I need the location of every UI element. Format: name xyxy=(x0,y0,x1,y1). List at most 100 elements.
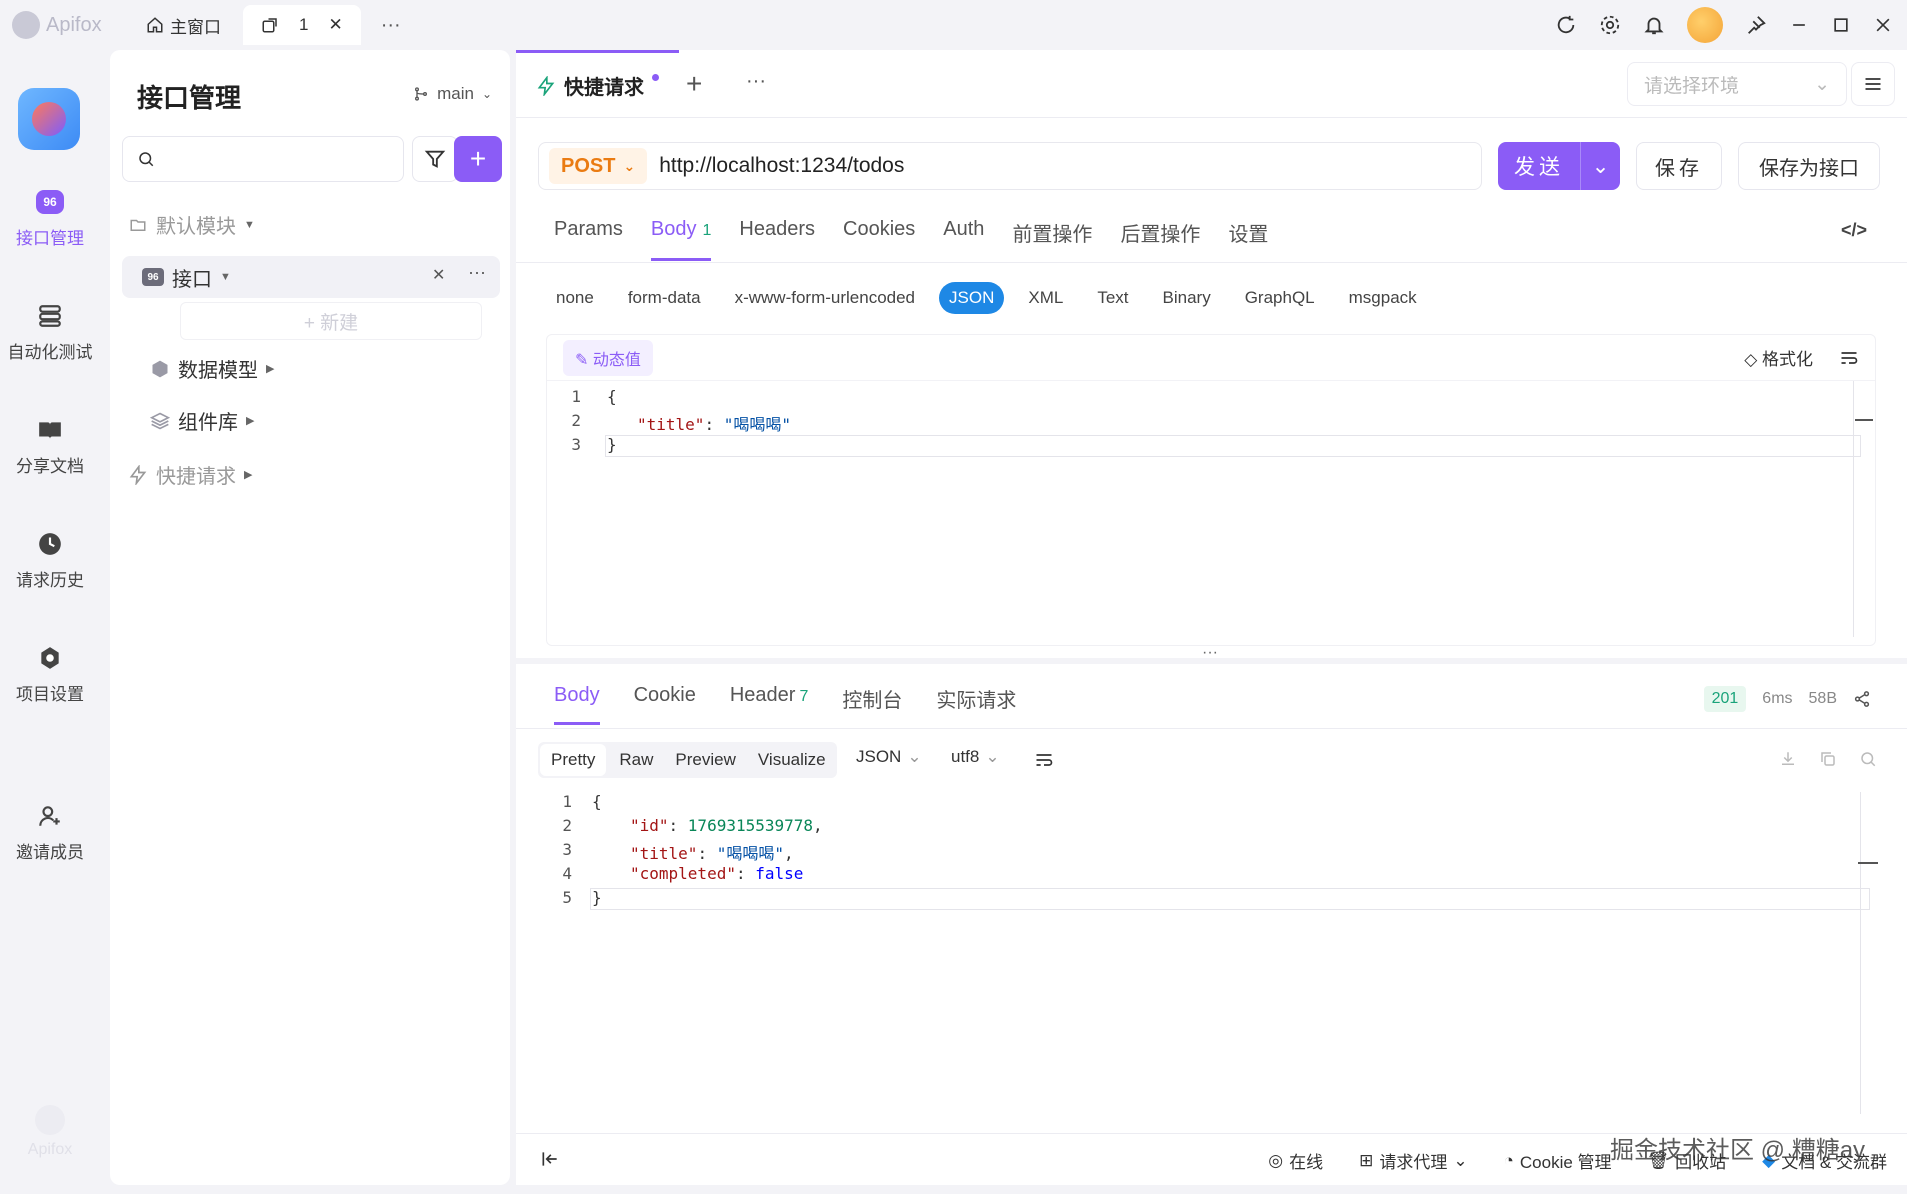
sync-icon[interactable] xyxy=(1555,14,1577,36)
body-type-msgpack[interactable]: msgpack xyxy=(1339,282,1427,314)
wrap-icon[interactable] xyxy=(1034,750,1054,770)
body-type-text[interactable]: Text xyxy=(1087,282,1138,314)
tab-pre-processors[interactable]: 前置操作 xyxy=(1012,218,1092,261)
tree-item-api[interactable]: 96 接口 ▼ ✕ ··· xyxy=(122,256,500,298)
code-line: "completed": false xyxy=(630,864,803,883)
rail-item-settings[interactable]: 项目设置 xyxy=(0,644,100,705)
tab-auth[interactable]: Auth xyxy=(943,218,984,261)
online-status[interactable]: ◎ 在线 xyxy=(1268,1148,1323,1173)
maximize-icon[interactable] xyxy=(1831,15,1851,35)
code-icon[interactable]: </> xyxy=(1841,220,1867,241)
share-icon[interactable] xyxy=(1853,690,1871,708)
tab-response-header[interactable]: Header 7 xyxy=(730,684,809,725)
minimize-icon[interactable] xyxy=(1789,15,1809,35)
json-key: "completed" xyxy=(630,864,736,883)
project-logo[interactable] xyxy=(18,88,80,150)
add-button[interactable]: + xyxy=(454,136,502,182)
view-visualize[interactable]: Visualize xyxy=(747,744,837,776)
tree-item-components[interactable]: 组件库 ▶ xyxy=(150,406,254,435)
view-pretty[interactable]: Pretty xyxy=(540,744,607,776)
download-icon[interactable] xyxy=(1779,750,1797,768)
rail-item-history[interactable]: 请求历史 xyxy=(0,530,100,591)
tab-post-processors[interactable]: 后置操作 xyxy=(1120,218,1200,261)
rail-item-label: 邀请成员 xyxy=(16,843,84,862)
more-tabs-button[interactable]: ··· xyxy=(381,14,401,37)
resize-handle-icon[interactable]: ··· xyxy=(1202,644,1218,662)
tab-settings[interactable]: 设置 xyxy=(1228,218,1268,261)
tab-body[interactable]: Body 1 xyxy=(650,218,712,261)
save-button[interactable]: 保存 xyxy=(1636,142,1722,190)
tab-actual-request[interactable]: 实际请求 xyxy=(936,684,1016,725)
filter-button[interactable] xyxy=(412,136,458,182)
search-icon[interactable] xyxy=(1859,750,1877,768)
json-sep: : xyxy=(704,415,724,434)
rail-item-autotest[interactable]: 自动化测试 xyxy=(0,302,100,363)
gear-icon[interactable] xyxy=(1599,14,1621,36)
tab-response-body[interactable]: Body xyxy=(554,684,600,725)
home-icon xyxy=(147,17,163,33)
method-select[interactable]: POST ⌄ xyxy=(549,148,648,184)
tree-item-default-module[interactable]: 默认模块 ▼ xyxy=(128,210,255,239)
tree-item-data-model[interactable]: 数据模型 ▶ xyxy=(150,354,274,383)
collapse-sidebar-icon[interactable] xyxy=(540,1149,560,1169)
close-window-icon[interactable] xyxy=(1873,15,1893,35)
pin-icon[interactable] xyxy=(1745,14,1767,36)
divider xyxy=(516,262,1907,263)
search-input[interactable] xyxy=(165,150,385,168)
caret-right-icon: ▶ xyxy=(246,415,255,427)
cookie-manager[interactable]: ◔ Cookie 管理 xyxy=(1504,1148,1612,1173)
new-api-button[interactable]: + 新建 xyxy=(180,302,482,340)
request-body-editor[interactable]: ✎ 动态值 ◇ 格式化 1 { 2 "title": "喝喝喝" 3 } xyxy=(546,334,1876,646)
more-icon[interactable]: ··· xyxy=(468,262,486,283)
body-type-urlencoded[interactable]: x-www-form-urlencoded xyxy=(725,282,925,314)
current-line-highlight xyxy=(605,435,1861,457)
rail-item-label: 分享文档 xyxy=(16,457,84,476)
tab-params[interactable]: Params xyxy=(554,218,623,261)
more-icon[interactable]: ··· xyxy=(746,70,766,93)
url-bar: POST ⌄ http://localhost:1234/todos xyxy=(538,142,1482,190)
close-icon[interactable]: ✕ xyxy=(328,15,342,35)
copy-icon[interactable] xyxy=(1819,750,1837,768)
rail-item-api[interactable]: 96 接口管理 xyxy=(0,188,100,249)
send-button[interactable]: 发送 ⌄ xyxy=(1498,142,1620,190)
view-raw[interactable]: Raw xyxy=(608,744,664,776)
window-controls xyxy=(1555,0,1907,50)
wrap-icon[interactable] xyxy=(1839,348,1859,368)
bell-icon[interactable] xyxy=(1643,14,1665,36)
body-type-none[interactable]: none xyxy=(546,282,604,314)
send-options-button[interactable]: ⌄ xyxy=(1580,142,1620,190)
body-type-binary[interactable]: Binary xyxy=(1153,282,1221,314)
tab-console[interactable]: 控制台 xyxy=(842,684,902,725)
body-type-graphql[interactable]: GraphQL xyxy=(1235,282,1325,314)
panel-resizer[interactable]: ··· xyxy=(516,644,1907,664)
environment-select[interactable]: 请选择环境 ⌄ xyxy=(1627,62,1847,106)
encoding-select[interactable]: utf8 ⌄ xyxy=(951,747,1000,767)
avatar[interactable] xyxy=(1687,7,1723,43)
body-type-xml[interactable]: XML xyxy=(1018,282,1073,314)
tab-cookies[interactable]: Cookies xyxy=(843,218,915,261)
tab-headers[interactable]: Headers xyxy=(739,218,815,261)
tab-project[interactable]: 1 ✕ xyxy=(243,5,361,45)
response-format-select[interactable]: JSON ⌄ xyxy=(856,747,922,767)
collapse-all-icon[interactable]: ✕ xyxy=(432,265,445,285)
new-tab-button[interactable]: + xyxy=(686,68,702,100)
search-box[interactable] xyxy=(122,136,404,182)
tab-response-cookie[interactable]: Cookie xyxy=(634,684,696,725)
save-as-api-button[interactable]: 保存为接口 xyxy=(1738,142,1880,190)
tab-quick-request[interactable]: 快捷请求 xyxy=(516,50,679,118)
view-preview[interactable]: Preview xyxy=(664,744,746,776)
line-number: 5 xyxy=(562,888,572,907)
chevron-down-icon: ⌄ xyxy=(907,747,922,766)
dynamic-value-button[interactable]: ✎ 动态值 xyxy=(563,339,653,376)
rail-item-invite[interactable]: 邀请成员 xyxy=(0,802,100,863)
tab-home[interactable]: 主窗口 xyxy=(130,6,237,44)
body-type-json[interactable]: JSON xyxy=(939,282,1005,314)
url-input[interactable]: http://localhost:1234/todos xyxy=(659,154,904,178)
proxy-setting[interactable]: ⊞ 请求代理 ⌄ xyxy=(1359,1148,1468,1173)
menu-button[interactable] xyxy=(1851,62,1895,106)
branch-selector[interactable]: main ⌄ xyxy=(413,84,492,104)
format-button[interactable]: ◇ 格式化 xyxy=(1744,345,1813,370)
tree-item-quick-request[interactable]: 快捷请求 ▶ xyxy=(128,460,252,489)
body-type-form-data[interactable]: form-data xyxy=(618,282,711,314)
rail-item-docs[interactable]: 分享文档 xyxy=(0,416,100,477)
